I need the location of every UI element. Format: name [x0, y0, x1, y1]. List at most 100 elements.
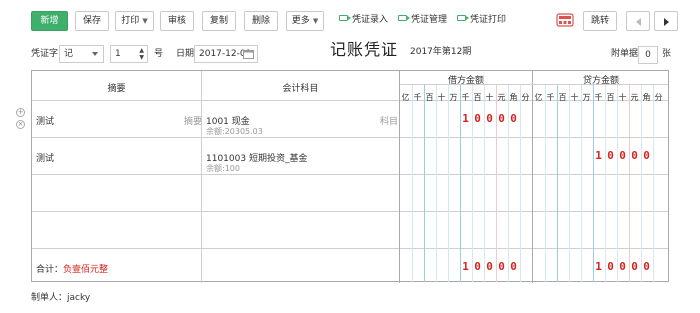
- total-label: 合计：: [36, 265, 64, 275]
- header-summary: 摘要: [107, 84, 126, 94]
- debit-digit-header: 元: [497, 93, 506, 102]
- next-voucher-button[interactable]: [654, 11, 678, 31]
- debit-digit-header: 十: [437, 93, 446, 102]
- voucher-table: 摘要 会计科目 借方金额 贷方金额 亿千百十万千百十元角分1000010000亿…: [31, 70, 669, 283]
- debit-total-digit: 0: [510, 260, 517, 273]
- credit-digit-header: 千: [594, 93, 603, 102]
- credit-digit-header: 万: [582, 93, 591, 102]
- voucher-period: 2017年第12期: [410, 47, 472, 57]
- audit-button[interactable]: 审核: [160, 11, 194, 31]
- debit-digit-header: 亿: [401, 93, 410, 102]
- debit-total-digit: 0: [498, 260, 505, 273]
- chevron-down-icon: ▼: [142, 17, 148, 25]
- credit-digit-header: 亿: [534, 93, 543, 102]
- calendar-icon[interactable]: [243, 49, 254, 59]
- header-account: 会计科目: [282, 84, 319, 94]
- total-amount-text: 负壹佰元整: [63, 265, 109, 275]
- credit-digit-header: 十: [618, 93, 627, 102]
- voucher-word-value: 记: [64, 49, 74, 59]
- debit-amount-digit: 1: [462, 112, 469, 125]
- maker: 制单人：jacky: [31, 288, 90, 308]
- credit-total-digit: 0: [643, 260, 650, 273]
- save-button[interactable]: 保存: [75, 11, 109, 31]
- credit-amount-digit: 0: [607, 149, 614, 162]
- voucher-number-input[interactable]: 1 ▲ ▼: [110, 45, 148, 63]
- credit-digit-header: 元: [630, 93, 639, 102]
- debit-amount-digit: 0: [510, 112, 517, 125]
- credit-amount-digit: 0: [619, 149, 626, 162]
- voucher-entry-label: 凭证录入: [352, 15, 389, 25]
- debit-amount-digit: 0: [486, 112, 493, 125]
- debit-digit-header: 分: [521, 93, 530, 102]
- prev-voucher-button[interactable]: [626, 11, 650, 31]
- voucher-print-link[interactable]: 凭证打印: [457, 13, 506, 27]
- row2-balance: 余额:100: [206, 164, 240, 173]
- copy-button[interactable]: 复制: [202, 11, 236, 31]
- new-button[interactable]: 新增: [31, 11, 68, 31]
- voucher-entry-link[interactable]: 凭证录入: [339, 13, 388, 27]
- voucher-title: 记账凭证: [330, 40, 399, 59]
- row1-balance: 余额:20305.03: [206, 127, 263, 136]
- debit-digit-header: 十: [485, 93, 494, 102]
- maker-name: jacky: [67, 293, 91, 303]
- voucher-manage-label: 凭证管理: [411, 15, 448, 25]
- attachments-label: 附单据: [611, 49, 639, 59]
- row2-summary[interactable]: 测试: [36, 151, 54, 164]
- add-row-icon[interactable]: +: [16, 108, 25, 117]
- credit-digit-header: 十: [570, 93, 579, 102]
- header-credit: 贷方金额: [582, 76, 619, 86]
- credit-total-digit: 0: [607, 260, 614, 273]
- debit-digit-header: 百: [473, 93, 482, 102]
- debit-total-digit: 0: [474, 260, 481, 273]
- debit-amount-digit: 0: [498, 112, 505, 125]
- voucher-number-suffix: 号: [154, 49, 164, 59]
- row1-account-hint: 科目: [380, 117, 399, 127]
- debit-digit-header: 千: [461, 93, 470, 102]
- print-dropdown-button[interactable]: 打印 ▼: [115, 11, 154, 31]
- voucher-number-value: 1: [115, 49, 121, 59]
- chevron-left-icon: [636, 18, 641, 26]
- credit-digit-header: 千: [546, 93, 555, 102]
- remove-row-icon[interactable]: ×: [16, 120, 25, 129]
- row1-summary-hint: 摘要: [184, 117, 203, 127]
- voucher-word-label: 凭证字: [31, 49, 59, 59]
- credit-digit-header: 角: [642, 93, 651, 102]
- credit-total-digit: 1: [595, 260, 602, 273]
- credit-digit-header: 百: [606, 93, 615, 102]
- attachments-unit: 张: [662, 49, 672, 59]
- debit-digit-header: 万: [449, 93, 458, 102]
- total-row: 合计：负壹佰元整: [36, 262, 108, 275]
- voucher-manage-link[interactable]: 凭证管理: [398, 13, 447, 27]
- spin-down-icon[interactable]: ▼: [139, 55, 144, 61]
- more-label: 更多: [291, 16, 310, 26]
- row1-summary[interactable]: 测试: [36, 114, 54, 127]
- credit-digit-header: 百: [558, 93, 567, 102]
- header-debit: 借方金额: [447, 76, 484, 86]
- video-icon: [457, 15, 469, 21]
- chevron-down-icon: [92, 52, 98, 56]
- video-icon: [339, 15, 351, 21]
- debit-digit-header: 角: [509, 93, 518, 102]
- more-dropdown-button[interactable]: 更多 ▼: [286, 11, 324, 31]
- chevron-down-icon: ▼: [312, 17, 319, 25]
- credit-amount-digit: 0: [631, 149, 638, 162]
- debit-digit-header: 千: [413, 93, 422, 102]
- jump-button[interactable]: 跳转: [583, 11, 617, 31]
- calculator-icon[interactable]: [556, 12, 574, 28]
- debit-total-digit: 1: [462, 260, 469, 273]
- debit-total-digit: 0: [486, 260, 493, 273]
- date-label: 日期: [176, 49, 195, 59]
- voucher-print-label: 凭证打印: [470, 15, 507, 25]
- voucher-word-select[interactable]: 记: [59, 45, 104, 63]
- video-icon: [398, 15, 410, 21]
- date-input[interactable]: 2017-12-01: [194, 45, 258, 63]
- credit-total-digit: 0: [631, 260, 638, 273]
- credit-total-digit: 0: [619, 260, 626, 273]
- chevron-right-icon: [664, 18, 669, 26]
- delete-button[interactable]: 删除: [244, 11, 278, 31]
- debit-amount-digit: 0: [474, 112, 481, 125]
- maker-label: 制单人：: [31, 293, 68, 303]
- attachments-input[interactable]: 0: [638, 46, 658, 64]
- credit-digit-header: 分: [654, 93, 663, 102]
- print-label: 打印: [121, 16, 140, 26]
